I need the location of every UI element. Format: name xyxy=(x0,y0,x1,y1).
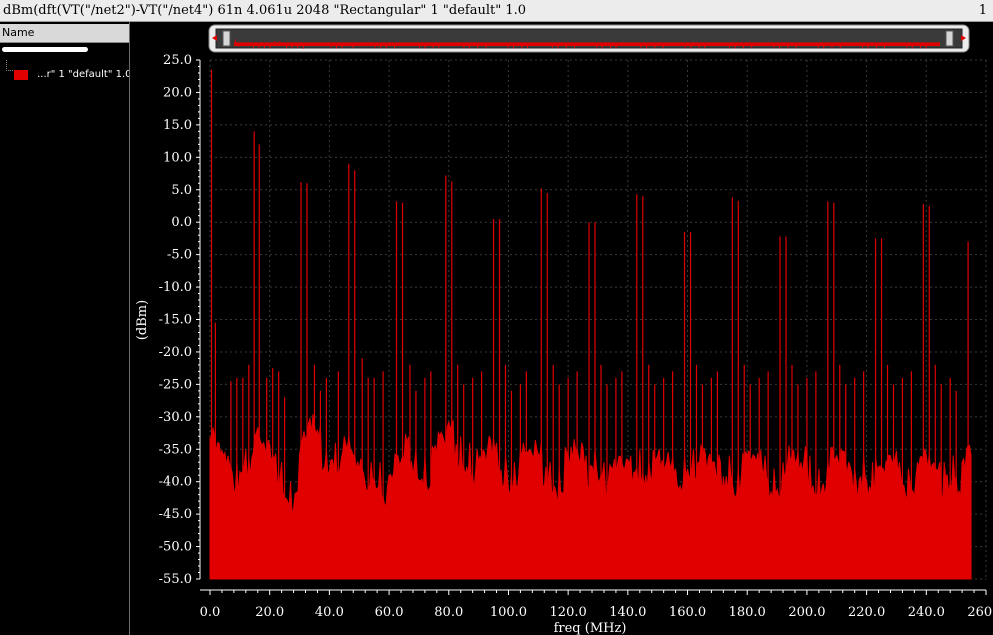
x-tick-label: 200.0 xyxy=(788,605,825,620)
x-tick-label: 40.0 xyxy=(315,605,344,620)
y-tick-label: 0.0 xyxy=(171,215,192,230)
y-tick-label: 5.0 xyxy=(171,183,192,198)
spectrum-plot: 25.0 20.0 15.0 10.0 5.0 0.0 -5.0 -10.0 -15.0 -20.… xyxy=(135,24,993,635)
y-tick-label: -10.0 xyxy=(159,280,192,295)
x-tick-label: 140.0 xyxy=(609,605,646,620)
y-tick-label: -35.0 xyxy=(159,442,192,457)
scroller-right-handle[interactable] xyxy=(945,30,954,47)
trace-spectrum xyxy=(209,69,972,580)
y-tick-label: -50.0 xyxy=(159,540,192,555)
x-tick-label: 240.0 xyxy=(908,605,945,620)
overview-scroller[interactable] xyxy=(208,24,970,53)
y-tick-label: -40.0 xyxy=(159,475,192,490)
y-tick-label: 20.0 xyxy=(163,85,192,100)
x-tick-label: 20.0 xyxy=(255,605,284,620)
x-tick-label: 260.0 xyxy=(967,605,993,620)
y-axis-label: (dBm) xyxy=(135,300,150,340)
x-tick-label: 60.0 xyxy=(375,605,404,620)
x-tick-label: 120.0 xyxy=(550,605,587,620)
y-tick-label: -15.0 xyxy=(159,313,192,328)
y-tick-label: -5.0 xyxy=(167,248,192,263)
mini-noise-floor xyxy=(234,42,940,46)
y-tick-label: -25.0 xyxy=(159,377,192,392)
noise-floor-area xyxy=(209,414,972,580)
y-tick-label: 15.0 xyxy=(163,118,192,133)
y-tick-label: -45.0 xyxy=(159,507,192,522)
y-tick-label: -20.0 xyxy=(159,345,192,360)
x-tick-label: 80.0 xyxy=(434,605,463,620)
y-tick-label: -55.0 xyxy=(159,572,192,587)
y-tick-label: 10.0 xyxy=(163,150,192,165)
x-tick-label: 100.0 xyxy=(490,605,527,620)
x-tick-label: 180.0 xyxy=(729,605,766,620)
x-tick-label: 0.0 xyxy=(200,605,221,620)
scroller-left-handle[interactable] xyxy=(222,30,231,47)
y-tick-label: 25.0 xyxy=(163,53,192,68)
y-tick-label: -30.0 xyxy=(159,410,192,425)
x-tick-label: 220.0 xyxy=(848,605,885,620)
x-axis-label: freq (MHz) xyxy=(554,621,627,635)
x-tick-label: 160.0 xyxy=(669,605,706,620)
